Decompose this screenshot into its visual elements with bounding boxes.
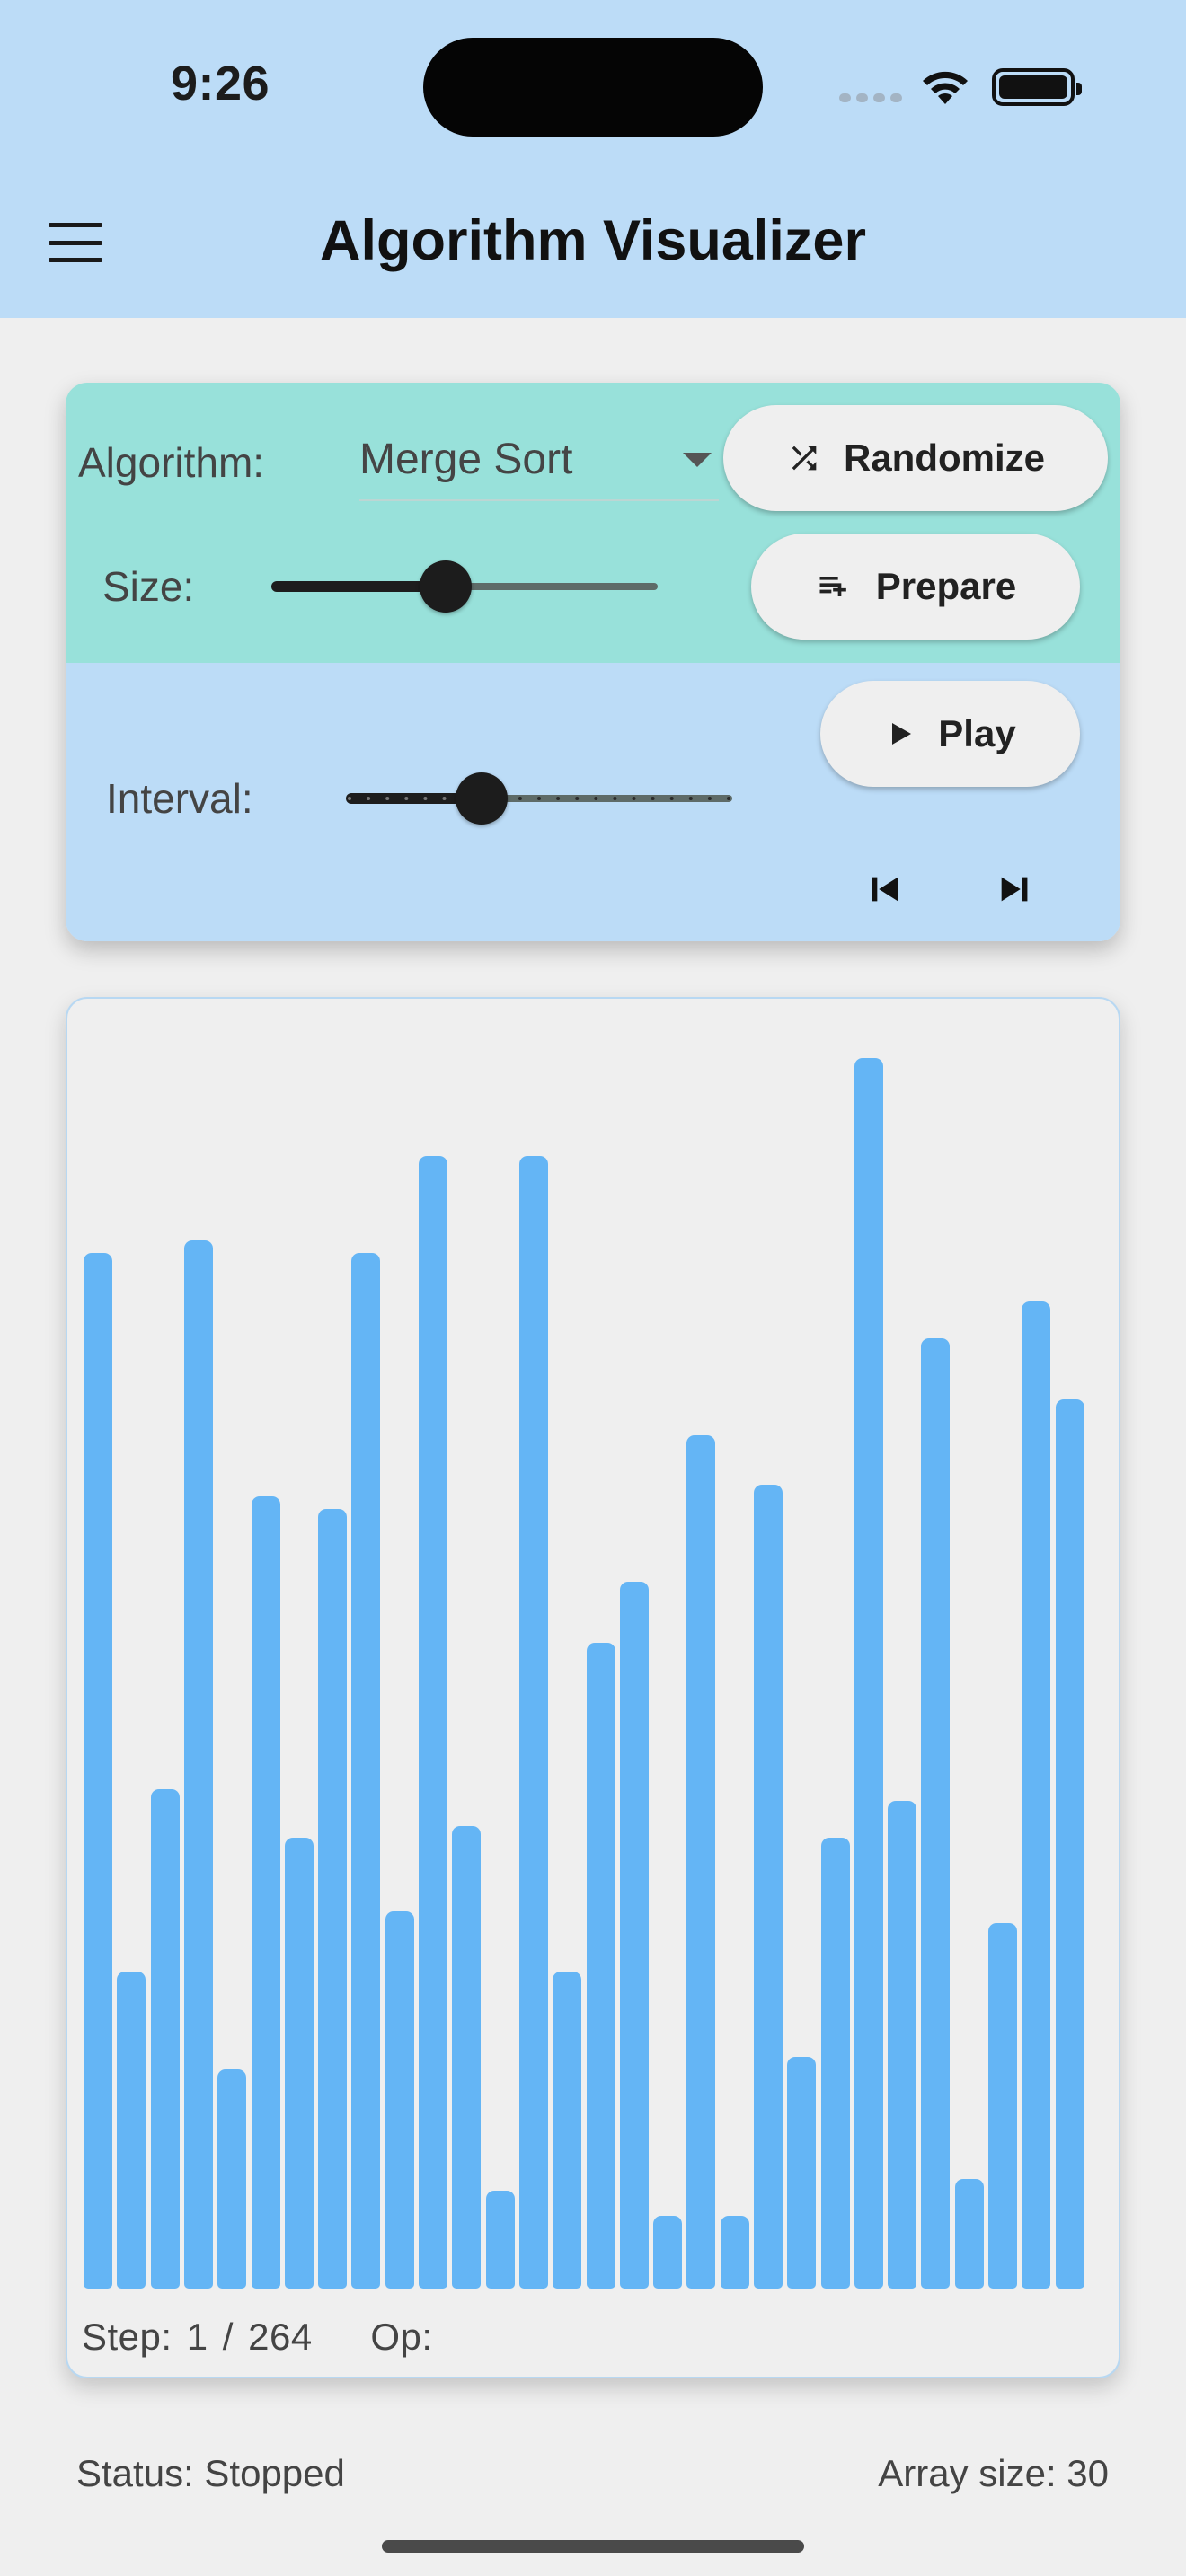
array-bar	[988, 1923, 1017, 2289]
interval-label: Interval:	[106, 775, 253, 822]
setup-row: Algorithm: Merge Sort Randomize Size: Pr…	[66, 383, 1120, 663]
array-bar	[587, 1643, 615, 2289]
play-label: Play	[938, 712, 1016, 754]
array-bar	[620, 1582, 649, 2289]
randomize-label: Randomize	[843, 437, 1046, 479]
array-bar	[252, 1496, 280, 2289]
step-info: Step: 1 / 264 Op:	[82, 2316, 433, 2359]
array-bar	[754, 1485, 783, 2289]
array-bar	[351, 1253, 380, 2289]
array-size-text: Array size: 30	[878, 2452, 1109, 2494]
interval-slider-thumb[interactable]	[456, 772, 508, 825]
array-bar	[519, 1156, 548, 2289]
size-label: Size:	[102, 563, 195, 610]
algorithm-dropdown[interactable]: Merge Sort	[359, 426, 719, 501]
op-label: Op:	[370, 2316, 433, 2358]
skip-next-icon[interactable]	[983, 857, 1048, 922]
array-bar	[184, 1240, 213, 2289]
randomize-button[interactable]: Randomize	[723, 405, 1108, 511]
array-bar	[385, 1911, 414, 2289]
prepare-button[interactable]: Prepare	[751, 534, 1080, 640]
shuffle-icon	[792, 446, 817, 471]
array-bar	[921, 1338, 950, 2289]
array-bar	[452, 1826, 481, 2289]
array-bar	[787, 2057, 816, 2289]
array-bar	[486, 2191, 515, 2289]
status-time: 9:26	[171, 57, 270, 110]
array-bar	[854, 1058, 883, 2289]
size-slider-inactive-track	[446, 583, 658, 590]
array-bar	[84, 1253, 112, 2289]
algorithm-value: Merge Sort	[359, 436, 573, 483]
array-bar	[955, 2179, 984, 2289]
visualizer-panel: Step: 1 / 264 Op:	[66, 997, 1120, 2378]
prepare-label: Prepare	[875, 565, 1017, 607]
home-indicator[interactable]	[382, 2540, 804, 2553]
dropdown-arrow-icon	[683, 453, 712, 467]
array-bar	[821, 1838, 850, 2289]
app-bar: 9:26 Algorithm Visualizer	[0, 0, 1186, 318]
array-bar	[553, 1972, 581, 2289]
wifi-icon	[923, 71, 968, 104]
array-bar	[1056, 1399, 1084, 2289]
controls-card: Algorithm: Merge Sort Randomize Size: Pr…	[66, 383, 1120, 941]
array-bar	[686, 1435, 715, 2289]
cellular-signal-icon	[839, 93, 902, 106]
array-bar	[721, 2216, 749, 2289]
array-bar	[888, 1801, 916, 2289]
play-button[interactable]: Play	[820, 681, 1080, 787]
array-bar	[653, 2216, 682, 2289]
array-bar	[117, 1972, 146, 2289]
algorithm-label: Algorithm:	[78, 439, 265, 486]
playback-row: Interval: Play	[66, 663, 1120, 941]
playlist-add-icon	[819, 577, 846, 596]
play-icon	[892, 723, 912, 745]
array-bar	[419, 1156, 447, 2289]
battery-icon	[992, 68, 1082, 106]
array-bars	[67, 999, 1119, 2377]
skip-previous-icon[interactable]	[852, 857, 916, 922]
array-bar	[318, 1509, 347, 2289]
page-title: Algorithm Visualizer	[320, 209, 866, 272]
interval-slider-ticks	[348, 797, 730, 800]
array-bar	[151, 1789, 180, 2289]
array-bar	[1022, 1301, 1050, 2289]
step-counter: Step: 1 / 264	[82, 2316, 313, 2358]
array-bar	[285, 1838, 314, 2289]
status-text: Status: Stopped	[76, 2452, 345, 2494]
array-bar	[217, 2069, 246, 2289]
size-slider-thumb[interactable]	[420, 560, 472, 613]
dynamic-island	[423, 38, 763, 137]
